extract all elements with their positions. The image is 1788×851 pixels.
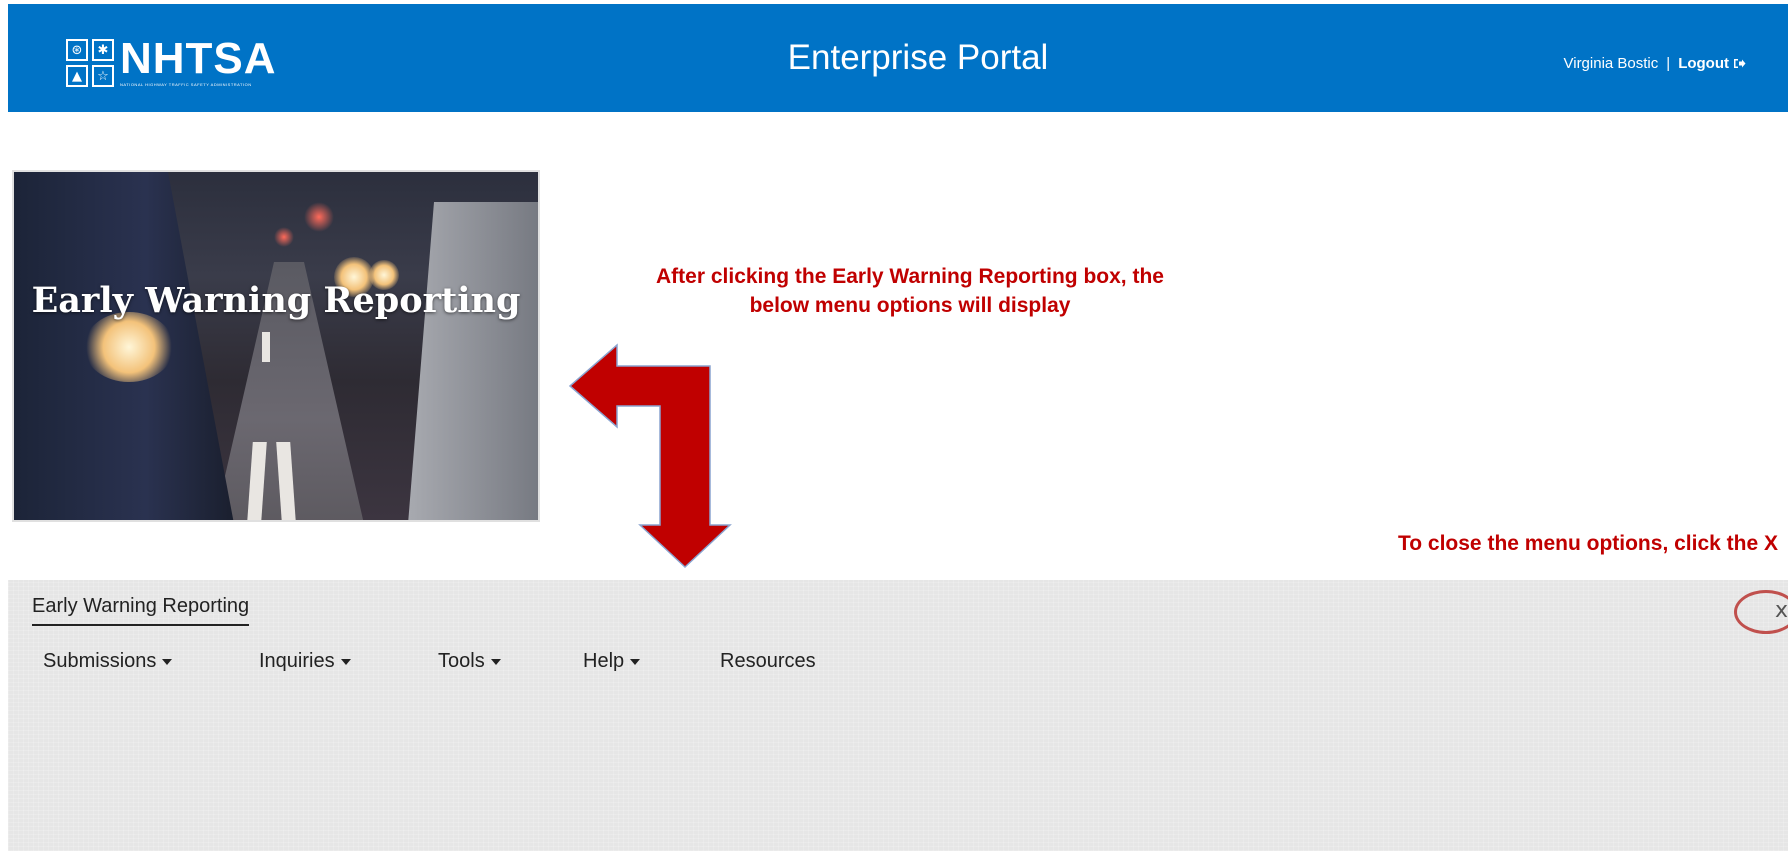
tile-taillight	[274, 227, 294, 247]
user-name: Virginia Bostic	[1563, 55, 1659, 72]
menu-item-label: Submissions	[43, 650, 157, 672]
separator: |	[1666, 55, 1671, 72]
tile-taillight	[304, 202, 334, 232]
close-icon[interactable]: x	[1775, 598, 1788, 623]
menu-bar: Submissions Inquiries Tools Help Resourc…	[43, 650, 816, 673]
tile-lane-stripe	[262, 332, 270, 362]
caret-down-icon	[490, 658, 501, 665]
menu-item-resources[interactable]: Resources	[720, 650, 816, 673]
menu-item-help[interactable]: Help	[583, 650, 720, 673]
arrow-icon	[568, 343, 732, 569]
tab-early-warning-reporting[interactable]: Early Warning Reporting	[32, 595, 250, 626]
logout-label: Logout	[1678, 55, 1729, 72]
portal-title: Enterprise Portal	[787, 38, 1049, 77]
menu-item-inquiries[interactable]: Inquiries	[259, 650, 438, 673]
page: ⊛ ✱ ▲ ☆ NHTSA NATIONAL HIGHWAY TRAFFIC S…	[0, 0, 1788, 851]
user-area: Virginia Bostic | Logout	[1564, 55, 1747, 72]
caret-down-icon	[162, 658, 173, 665]
menu-item-label: Help	[583, 650, 625, 672]
header-bar: ⊛ ✱ ▲ ☆ NHTSA NATIONAL HIGHWAY TRAFFIC S…	[8, 4, 1788, 112]
annotation-close-menu: To close the menu options, click the X	[1397, 532, 1778, 555]
logout-icon	[1734, 59, 1746, 68]
early-warning-reporting-tile[interactable]: Early Warning Reporting	[12, 170, 540, 522]
annotation-line-2: below menu options will display	[749, 294, 1071, 317]
menu-item-label: Tools	[438, 650, 485, 672]
menu-item-submissions[interactable]: Submissions	[43, 650, 259, 673]
menu-item-tools[interactable]: Tools	[438, 650, 583, 673]
menu-item-label: Inquiries	[259, 650, 335, 672]
logo-subtext: NATIONAL HIGHWAY TRAFFIC SAFETY ADMINIST…	[120, 82, 252, 87]
tile-car-right	[408, 202, 538, 520]
menu-item-label: Resources	[720, 650, 816, 672]
logout-link[interactable]: Logout	[1678, 55, 1746, 72]
caret-down-icon	[340, 658, 351, 665]
caret-down-icon	[630, 658, 641, 665]
annotation-open-menu: After clicking the Early Warning Reporti…	[600, 262, 1220, 320]
annotation-line-1: After clicking the Early Warning Reporti…	[656, 265, 1164, 288]
tile-title: Early Warning Reporting	[31, 280, 521, 321]
tile-headlight	[84, 312, 174, 382]
ewr-menu-panel: Early Warning Reporting Submissions Inqu…	[8, 580, 1788, 851]
